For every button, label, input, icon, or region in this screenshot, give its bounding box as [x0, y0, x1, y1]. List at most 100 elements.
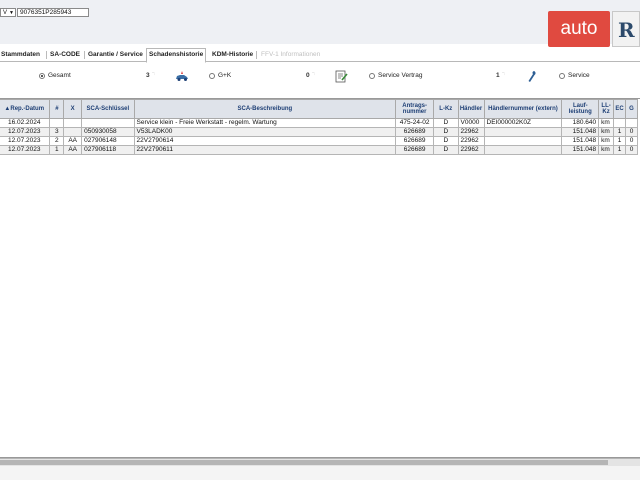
service-count: 1 [496, 72, 500, 79]
tab-bar: Stammdaten SA-CODE Garantie / Service Sc… [0, 48, 640, 63]
status-bar [0, 466, 640, 480]
cell-ll-kz: km [598, 136, 615, 146]
col-sca-schluessel[interactable]: SCA-Schlüssel [81, 99, 135, 119]
autoline-logo: auto [548, 11, 610, 47]
gk-label: G+K [218, 72, 232, 79]
partner-logo: R [612, 11, 640, 47]
col-laufleistung[interactable]: Lauf-leistung [561, 99, 600, 119]
cell-l-kz: D [433, 145, 459, 155]
table-row[interactable]: 12.07.2023 2 AA 027906148 22V2790614 626… [0, 136, 638, 146]
col-haendler[interactable]: Händler [457, 99, 485, 119]
cell-sca-schluessel: 027906118 [81, 145, 135, 155]
horizontal-scrollbar[interactable] [0, 458, 640, 466]
tab-ffv-informationen[interactable]: FFV-1 Informationen [261, 49, 320, 61]
tab-stammdaten[interactable]: Stammdaten [1, 49, 40, 61]
vertrag-count-unit: ℸ [312, 71, 315, 76]
cell-haendlernummer [483, 127, 563, 137]
scrollbar-thumb[interactable] [0, 460, 608, 465]
cell-number: 1 [49, 145, 65, 155]
cell-sca-schluessel: 050930058 [81, 127, 135, 137]
vin-input[interactable]: 9076351P285943 [17, 8, 89, 17]
cell-g [625, 118, 638, 128]
chevron-down-icon: ▼ [9, 10, 14, 16]
cell-g: 0 [625, 145, 638, 155]
contract-document-icon [335, 70, 348, 83]
cell-l-kz: D [433, 127, 459, 137]
radio-service-vertrag[interactable] [369, 73, 375, 79]
cell-rep-datum: 12.07.2023 [0, 145, 51, 155]
cell-sca-beschreibung: V53LADK00 [133, 127, 397, 137]
cell-x [63, 118, 83, 128]
service-count-unit: ℸ [502, 71, 505, 76]
col-haendlernummer[interactable]: Händlernummer (extern) [483, 99, 563, 119]
cell-ec: 1 [613, 127, 627, 137]
col-number[interactable]: # [49, 99, 65, 119]
radio-gk[interactable] [209, 73, 215, 79]
radio-gesamt[interactable] [39, 73, 45, 79]
tab-schadenshistorie[interactable]: Schadenshistorie [146, 48, 207, 63]
top-toolbar: V ▼ 9076351P285943 auto R [0, 0, 640, 47]
cell-x [63, 127, 83, 137]
vin-type-select[interactable]: V ▼ [0, 8, 16, 17]
table-header-row: ▲Rep.-Datum # X SCA-Schlüssel SCA-Beschr… [0, 99, 638, 119]
cell-laufleistung: 151.048 [561, 127, 600, 137]
cell-ll-kz: km [598, 145, 615, 155]
cell-ll-kz: km [598, 127, 615, 137]
col-rep-datum[interactable]: ▲Rep.-Datum [0, 99, 51, 119]
table-row[interactable]: 16.02.2024 Service klein - Freie Werksta… [0, 118, 638, 128]
cell-laufleistung: 151.048 [561, 145, 600, 155]
table-row[interactable]: 12.07.2023 1 AA 027906118 22V2790611 626… [0, 145, 638, 155]
cell-ec [613, 118, 627, 128]
cell-haendlernummer: DEI000002K0Z [483, 118, 563, 128]
tab-garantie-service[interactable]: Garantie / Service [88, 49, 143, 61]
vin-type-value: V [3, 10, 8, 16]
cell-laufleistung: 151.048 [561, 136, 600, 146]
cell-x: AA [63, 136, 83, 146]
cell-sca-beschreibung: 22V2790611 [133, 145, 397, 155]
cell-ec: 1 [613, 136, 627, 146]
col-sca-beschreibung[interactable]: SCA-Beschreibung [133, 99, 397, 119]
cell-rep-datum: 12.07.2023 [0, 127, 51, 137]
cell-g: 0 [625, 127, 638, 137]
cell-haendler: 22962 [457, 145, 485, 155]
filter-row: Gesamt 3 ℸ G+K 0 ℸ Service Vertrag 1 ℸ S… [0, 68, 640, 86]
history-table: ▲Rep.-Datum # X SCA-Schlüssel SCA-Beschr… [0, 99, 638, 155]
col-g[interactable]: G [625, 99, 638, 119]
history-table-container: ▲Rep.-Datum # X SCA-Schlüssel SCA-Beschr… [0, 98, 640, 458]
gesamt-label: Gesamt [48, 72, 71, 79]
radio-service[interactable] [559, 73, 565, 79]
col-ll-kz[interactable]: LL-Kz [598, 99, 615, 119]
col-antragsnummer[interactable]: Antrags-nummer [395, 99, 435, 119]
damage-car-icon [176, 71, 188, 81]
col-x[interactable]: X [63, 99, 83, 119]
cell-haendlernummer [483, 136, 563, 146]
cell-ll-kz: km [598, 118, 615, 128]
cell-haendlernummer [483, 145, 563, 155]
cell-l-kz: D [433, 118, 459, 128]
cell-sca-schluessel: 027906148 [81, 136, 135, 146]
cell-sca-schluessel [81, 118, 135, 128]
cell-laufleistung: 180.640 [561, 118, 600, 128]
tab-sa-code[interactable]: SA-CODE [50, 49, 80, 61]
cell-haendler: 22962 [457, 127, 485, 137]
cell-g: 0 [625, 136, 638, 146]
service-vertrag-label: Service Vertrag [378, 72, 423, 79]
gk-count-unit: ℸ [152, 71, 155, 76]
cell-antragsnummer: 626689 [395, 136, 435, 146]
cell-rep-datum: 16.02.2024 [0, 118, 51, 128]
col-ec[interactable]: EC [613, 99, 627, 119]
service-label: Service [568, 72, 590, 79]
table-row[interactable]: 12.07.2023 3 050930058 V53LADK00 626689 … [0, 127, 638, 137]
wrench-icon [528, 71, 536, 82]
cell-number [49, 118, 65, 128]
cell-antragsnummer: 626689 [395, 127, 435, 137]
cell-number: 2 [49, 136, 65, 146]
cell-haendler: 22962 [457, 136, 485, 146]
cell-sca-beschreibung: Service klein - Freie Werkstatt - regelm… [133, 118, 397, 128]
col-l-kz[interactable]: L-Kz [433, 99, 459, 119]
cell-sca-beschreibung: 22V2790614 [133, 136, 397, 146]
cell-l-kz: D [433, 136, 459, 146]
cell-haendler: V0000 [457, 118, 485, 128]
tab-kdm-historie[interactable]: KDM-Historie [212, 49, 253, 61]
cell-x: AA [63, 145, 83, 155]
